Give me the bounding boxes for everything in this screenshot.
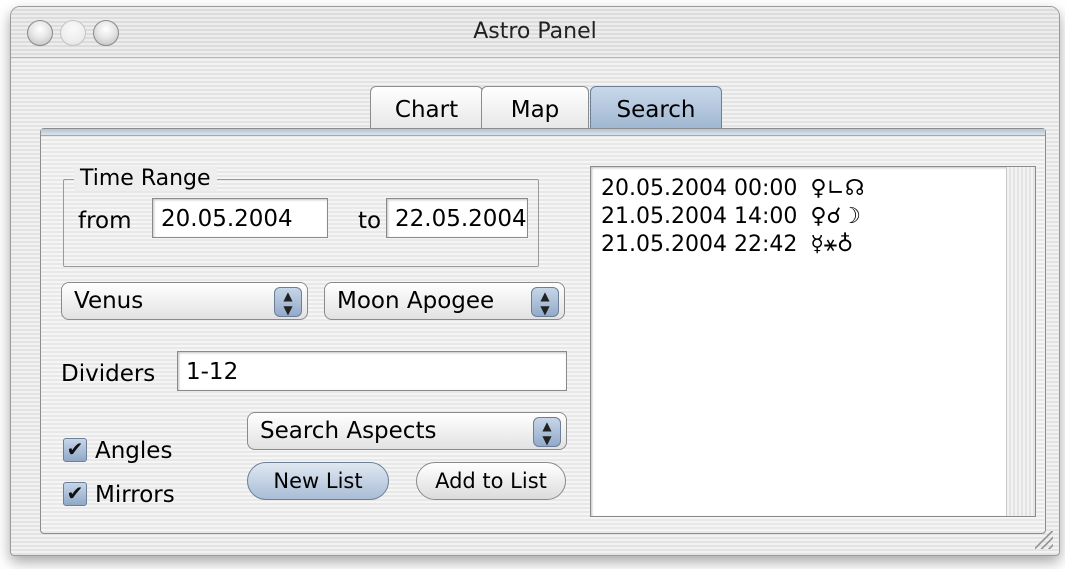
list-item[interactable]: 21.05.2004 22:42 ☿⚹♁ [601, 231, 870, 259]
updown-arrows-icon: ▲ ▼ [531, 287, 559, 317]
mirrors-checkbox[interactable]: ✔ [63, 482, 87, 506]
aspect-symbols: ♀∟☊ [810, 176, 865, 201]
dividers-label: Dividers [61, 361, 156, 387]
search-mode-value: Search Aspects [260, 418, 437, 444]
title-bar[interactable]: Astro Panel [11, 7, 1059, 58]
tab-map[interactable]: Map [481, 86, 589, 130]
to-label: to [358, 208, 382, 234]
search-mode-select[interactable]: Search Aspects ▲ ▼ [247, 412, 567, 450]
resize-grip-icon[interactable] [1035, 531, 1053, 549]
dividers-field[interactable]: 1-12 [177, 351, 567, 391]
tab-panel-divider [41, 129, 1045, 136]
to-date-field[interactable]: 22.05.2004 [386, 198, 528, 238]
time-range-title: Time Range [74, 166, 217, 191]
angles-label: Angles [95, 438, 173, 464]
results-rows: 20.05.2004 00:00 ♀∟☊ 21.05.2004 14:00 ♀☌… [601, 175, 870, 259]
result-datetime: 21.05.2004 14:00 [601, 204, 798, 229]
search-panel: Time Range from 20.05.2004 to 22.05.2004… [40, 128, 1046, 534]
list-item[interactable]: 21.05.2004 14:00 ♀☌☽ [601, 203, 870, 231]
mirrors-label: Mirrors [95, 482, 175, 508]
time-range-group: Time Range from 20.05.2004 to 22.05.2004 [63, 166, 539, 267]
from-label: from [78, 208, 132, 234]
result-datetime: 21.05.2004 22:42 [601, 232, 798, 257]
new-list-button[interactable]: New List [247, 462, 389, 500]
window-title: Astro Panel [473, 19, 597, 44]
tab-search[interactable]: Search [590, 86, 722, 130]
planet-select[interactable]: Venus ▲ ▼ [61, 282, 308, 320]
results-list[interactable]: 20.05.2004 00:00 ♀∟☊ 21.05.2004 14:00 ♀☌… [590, 166, 1036, 517]
astro-panel-window: Astro Panel Chart Map Search Time Range … [10, 6, 1060, 556]
planet-select-value: Venus [74, 288, 144, 314]
updown-arrows-icon: ▲ ▼ [533, 417, 561, 447]
add-to-list-button[interactable]: Add to List [416, 462, 566, 500]
aspect-symbols: ☿⚹♁ [810, 232, 854, 257]
list-item[interactable]: 20.05.2004 00:00 ♀∟☊ [601, 175, 870, 203]
from-date-field[interactable]: 20.05.2004 [152, 198, 328, 238]
aspect-symbols: ♀☌☽ [810, 204, 861, 229]
updown-arrows-icon: ▲ ▼ [274, 287, 302, 317]
result-datetime: 20.05.2004 00:00 [601, 176, 798, 201]
target-select[interactable]: Moon Apogee ▲ ▼ [324, 282, 565, 320]
results-scrollbar[interactable] [1006, 167, 1035, 516]
tab-chart[interactable]: Chart [370, 86, 483, 130]
target-select-value: Moon Apogee [337, 288, 495, 314]
angles-checkbox[interactable]: ✔ [63, 438, 87, 462]
